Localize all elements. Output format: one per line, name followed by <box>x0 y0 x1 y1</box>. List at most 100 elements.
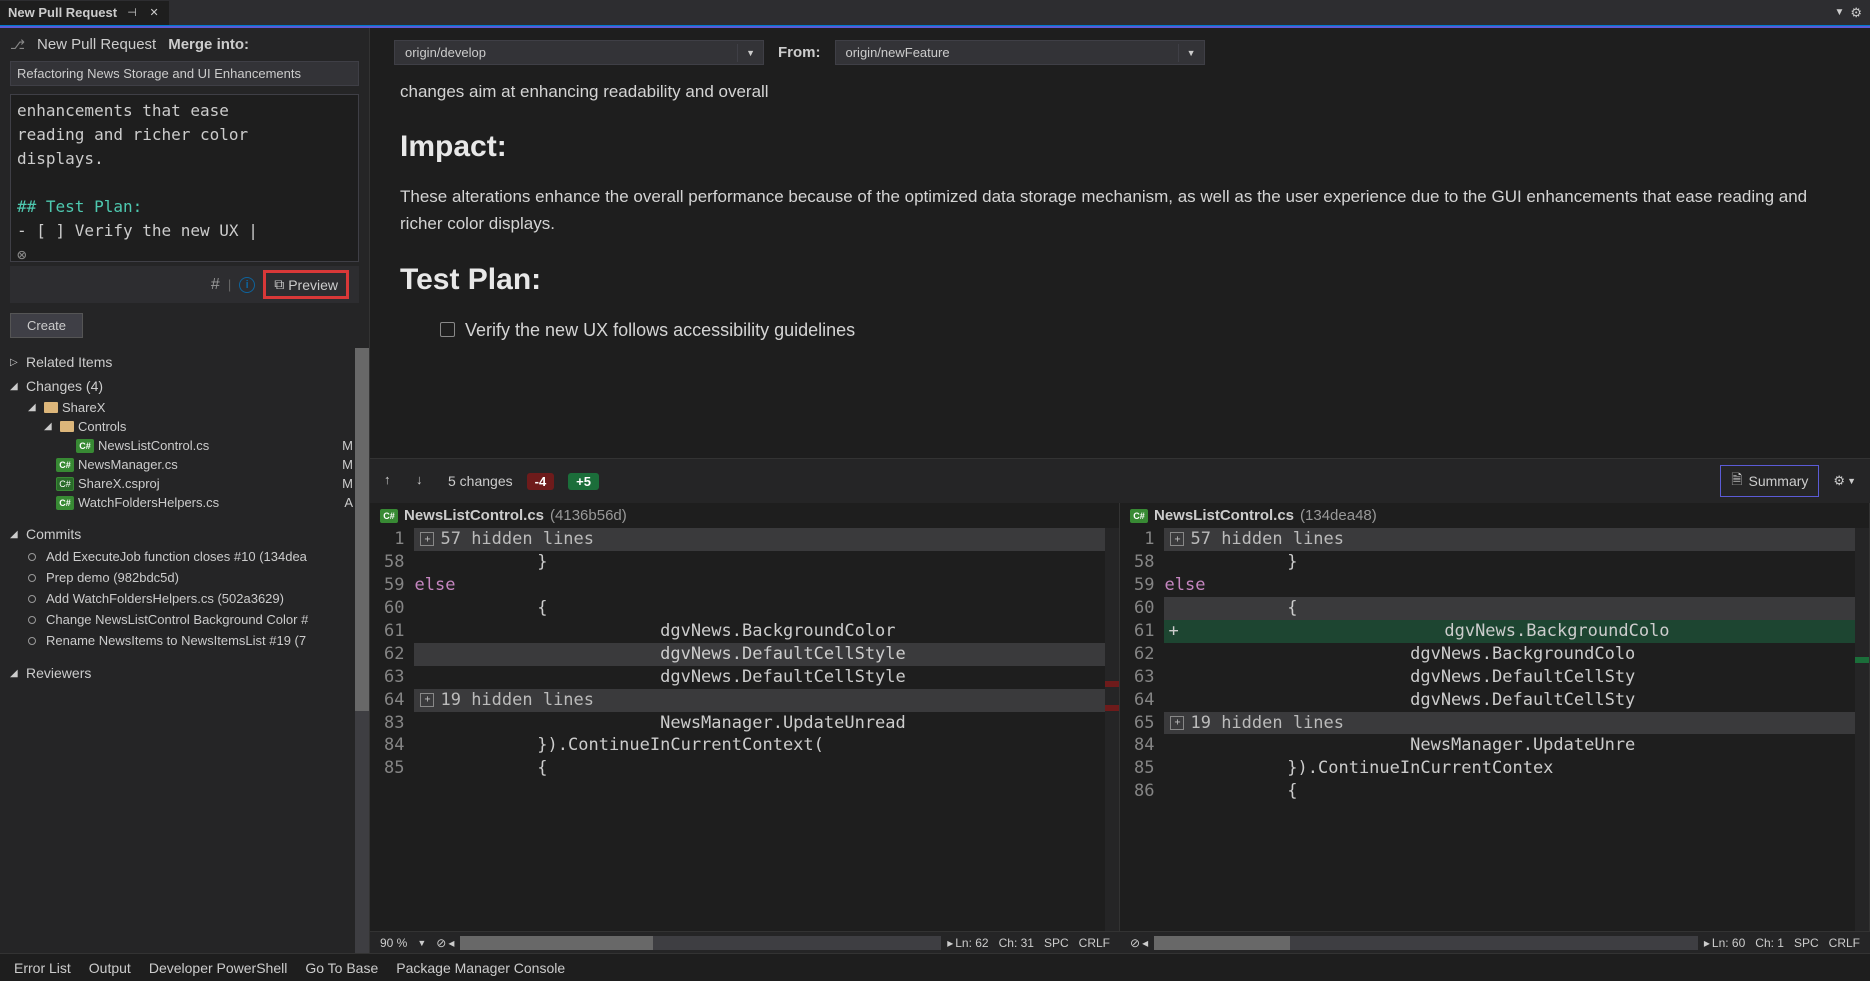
line-ending: CRLF <box>1079 936 1110 950</box>
copilot-icon[interactable]: ⊗ <box>17 243 352 262</box>
chevron-down-icon: ◢ <box>28 402 40 413</box>
preview-label: Preview <box>288 277 338 293</box>
testplan-item[interactable]: Verify the new UX follows accessibility … <box>440 316 1840 345</box>
file-item[interactable]: C#ShareX.csprojM <box>0 474 369 493</box>
impact-text: These alterations enhance the overall pe… <box>400 183 1840 237</box>
changes-header[interactable]: ◢ Changes (4) <box>0 374 369 398</box>
commits-label: Commits <box>26 526 81 542</box>
commit-item[interactable]: Add ExecuteJob function closes #10 (134d… <box>0 546 369 567</box>
bottom-panel-tab[interactable]: Output <box>89 960 131 976</box>
prev-change-button[interactable]: ↑ <box>384 472 402 490</box>
reviewers-label: Reviewers <box>26 665 91 681</box>
pr-description-input[interactable]: enhancements that easereading and richer… <box>10 94 359 262</box>
folder-icon <box>60 421 74 432</box>
document-icon: 🗎 <box>1731 469 1742 493</box>
csproj-icon: C# <box>56 477 74 491</box>
impact-heading: Impact: <box>400 123 1840 171</box>
commit-item[interactable]: Add WatchFoldersHelpers.cs (502a3629) <box>0 588 369 609</box>
col-number: Ch: 1 <box>1755 936 1784 950</box>
commit-item[interactable]: Change NewsListControl Background Color … <box>0 609 369 630</box>
file-item[interactable]: C#WatchFoldersHelpers.csA <box>0 493 369 512</box>
commits-header[interactable]: ◢ Commits <box>0 522 369 546</box>
file-name: NewsListControl.cs <box>98 438 209 453</box>
git-branch-icon: ⎇ <box>10 37 25 53</box>
info-icon[interactable]: i <box>239 277 255 293</box>
commit-text: Add ExecuteJob function closes #10 (134d… <box>46 549 307 564</box>
h-scrollbar-left[interactable]: ◂▸ <box>460 936 941 950</box>
dropdown-arrow-icon[interactable]: ▼ <box>1834 7 1844 18</box>
expand-icon[interactable]: + <box>1170 532 1184 546</box>
testplan-text: Verify the new UX follows accessibility … <box>465 316 855 345</box>
commit-dot-icon <box>28 616 36 624</box>
expand-icon[interactable]: + <box>420 532 434 546</box>
next-change-button[interactable]: ↓ <box>416 472 434 490</box>
chevron-down-icon: ▼ <box>1847 476 1856 486</box>
preview-icon: ⧉ <box>274 276 284 293</box>
sidebar-tree: ▷ Related Items ◢ Changes (4) ◢ ShareX ◢… <box>0 348 369 953</box>
folder-sharex[interactable]: ◢ ShareX <box>0 398 369 417</box>
merge-into-label: Merge into: <box>168 36 249 53</box>
scroll-left-icon[interactable]: ◂ <box>1142 936 1148 950</box>
changes-label: Changes (4) <box>26 378 103 394</box>
summary-button[interactable]: 🗎 Summary <box>1720 465 1819 497</box>
commit-text: Prep demo (982bdc5d) <box>46 570 179 585</box>
from-dropdown[interactable]: origin/newFeature ▼ <box>835 40 1205 65</box>
scroll-left-icon[interactable]: ◂ <box>448 936 454 950</box>
bottom-panel-tab[interactable]: Go To Base <box>305 960 378 976</box>
file-name: WatchFoldersHelpers.cs <box>78 495 219 510</box>
h-scrollbar-right[interactable]: ◂▸ <box>1154 936 1698 950</box>
file-item[interactable]: C#NewsManager.csM <box>0 455 369 474</box>
scroll-right-icon[interactable]: ▸ <box>1704 936 1710 950</box>
reviewers-header[interactable]: ◢ Reviewers <box>0 661 369 685</box>
tab-new-pr[interactable]: New Pull Request ⊣ ✕ <box>0 1 169 25</box>
commit-hash-right: (134dea48) <box>1300 507 1377 524</box>
no-issues-icon[interactable]: ⊘ <box>436 936 446 950</box>
chevron-down-icon: ◢ <box>10 381 22 392</box>
bottom-panel-tab[interactable]: Developer PowerShell <box>149 960 288 976</box>
commit-item[interactable]: Prep demo (982bdc5d) <box>0 567 369 588</box>
folder-controls[interactable]: ◢ Controls <box>0 417 369 436</box>
commit-dot-icon <box>28 595 36 603</box>
code-editor-right[interactable]: 15859606162636465848586+57 hidden lines … <box>1120 528 1869 931</box>
folder-label: Controls <box>78 419 126 434</box>
commit-item[interactable]: Rename NewsItems to NewsItemsList #19 (7 <box>0 630 369 651</box>
overview-ruler[interactable] <box>1105 528 1119 931</box>
pin-icon[interactable]: ⊣ <box>125 6 139 20</box>
gear-icon[interactable]: ⚙ <box>1850 5 1862 21</box>
preview-button[interactable]: ⧉ Preview <box>263 270 349 299</box>
description-preview: changes aim at enhancing readability and… <box>370 68 1870 458</box>
summary-label: Summary <box>1749 473 1809 489</box>
file-name-left: NewsListControl.cs <box>404 507 544 524</box>
sidebar-scrollbar[interactable] <box>355 348 369 953</box>
bottom-panel-tab[interactable]: Package Manager Console <box>396 960 565 976</box>
indent-mode: SPC <box>1794 936 1819 950</box>
scroll-right-icon[interactable]: ▸ <box>947 936 953 950</box>
expand-icon[interactable]: + <box>1170 716 1184 730</box>
file-item[interactable]: C#NewsListControl.csM <box>0 436 369 455</box>
chevron-down-icon[interactable]: ▼ <box>417 938 426 948</box>
chevron-down-icon: ▼ <box>737 44 763 62</box>
bottom-panel-tab[interactable]: Error List <box>14 960 71 976</box>
pr-title-input[interactable] <box>10 61 359 86</box>
close-icon[interactable]: ✕ <box>147 6 161 20</box>
checkbox-icon[interactable] <box>440 322 455 337</box>
no-issues-icon[interactable]: ⊘ <box>1130 936 1140 950</box>
file-name-right: NewsListControl.cs <box>1154 507 1294 524</box>
pr-title-label: New Pull Request <box>37 36 156 53</box>
commit-dot-icon <box>28 637 36 645</box>
folder-icon <box>44 402 58 413</box>
merge-into-dropdown[interactable]: origin/develop ▼ <box>394 40 764 65</box>
overview-ruler[interactable] <box>1855 528 1869 931</box>
chevron-down-icon: ◢ <box>44 421 56 432</box>
diff-settings-button[interactable]: ⚙ ▼ <box>1833 473 1856 489</box>
expand-icon[interactable]: + <box>420 693 434 707</box>
commit-text: Rename NewsItems to NewsItemsList #19 (7 <box>46 633 306 648</box>
create-button[interactable]: Create <box>10 313 83 338</box>
related-items-header[interactable]: ▷ Related Items <box>0 350 369 374</box>
zoom-level[interactable]: 90 % <box>380 936 407 950</box>
file-name: NewsManager.cs <box>78 457 178 472</box>
code-editor-left[interactable]: 158596061626364838485+57 hidden lines } … <box>370 528 1119 931</box>
hash-icon[interactable]: # <box>211 276 220 294</box>
commit-text: Change NewsListControl Background Color … <box>46 612 308 627</box>
line-number: Ln: 62 <box>955 936 988 950</box>
